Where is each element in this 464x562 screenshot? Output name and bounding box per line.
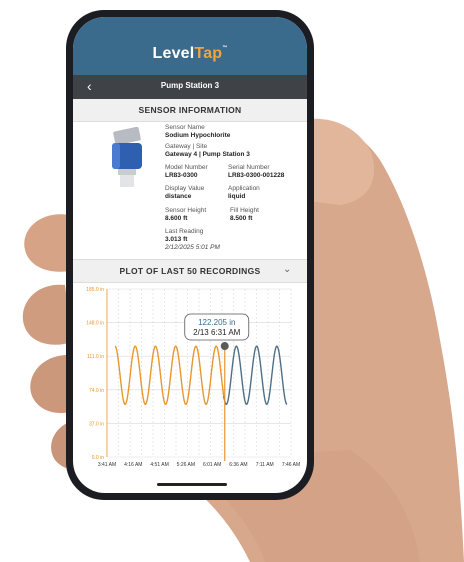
fill-height-label: Fill Height — [230, 207, 259, 214]
sensor-name-label: Sensor Name — [165, 124, 205, 131]
plot-header[interactable]: PLOT OF LAST 50 RECORDINGS ⌄ — [73, 259, 307, 283]
fill-height-value: 8.500 ft — [230, 215, 253, 222]
phone-screen: LevelTap™ ‹ Pump Station 3 SENSOR INFORM… — [73, 17, 307, 493]
sensor-device-image — [112, 127, 142, 187]
last-reading-label: Last Reading — [165, 228, 204, 235]
display-value-label: Display Value — [165, 185, 205, 192]
x-tick-label: 3:41 AM — [98, 462, 116, 468]
y-tick-label: 37.0 in — [89, 421, 104, 427]
x-tick-label: 7:46 AM — [282, 462, 300, 468]
x-tick-label: 4:16 AM — [124, 462, 142, 468]
last-reading-time: 2/12/2025 5:01 PM — [165, 244, 220, 251]
fill-height-block: Fill Height 8.500 ft — [230, 207, 259, 223]
display-value-block: Display Value distance — [165, 185, 204, 201]
x-tick-label: 4:51 AM — [150, 462, 168, 468]
app-header: LevelTap™ — [73, 17, 307, 75]
gateway-label: Gateway | Site — [165, 143, 208, 150]
x-tick-label: 7:11 AM — [256, 462, 274, 468]
application-block: Application liquid — [228, 185, 260, 201]
y-tick-label: 185.0 in — [86, 287, 104, 293]
sensor-name-value: Sodium Hypochlorite — [165, 132, 231, 139]
sensor-info-header: SENSOR INFORMATION — [73, 99, 307, 122]
last-reading-block: Last Reading 3.013 ft 2/12/2025 5:01 PM — [165, 228, 220, 252]
home-indicator — [157, 483, 227, 486]
tooltip-value: 122.205 in — [198, 318, 235, 327]
plot-title: PLOT OF LAST 50 RECORDINGS — [119, 266, 261, 276]
x-tick-label: 6:36 AM — [229, 462, 247, 468]
recordings-chart: 0.0 in 37.0 in 74.0 in 111.0 in 148.0 in 185.… — [86, 287, 300, 468]
sensor-height-label: Sensor Height — [165, 207, 207, 214]
model-block: Model Number LR83-0300 — [165, 164, 208, 180]
cursor-marker — [220, 342, 229, 351]
x-tick-label: 6:01 AM — [203, 462, 221, 468]
series-line-highlighted — [114, 345, 226, 406]
model-value: LR83-0300 — [165, 172, 198, 179]
brand-logo: LevelTap™ — [152, 45, 228, 62]
gateway-value: Gateway 4 | Pump Station 3 — [165, 151, 250, 158]
display-value-value: distance — [165, 193, 192, 200]
y-tick-label: 111.0 in — [87, 354, 104, 360]
chevron-down-icon[interactable]: ⌄ — [283, 264, 291, 275]
serial-label: Serial Number — [228, 164, 270, 171]
last-reading-value: 3.013 ft — [165, 236, 188, 243]
page-title: Pump Station 3 — [160, 81, 220, 90]
gateway-block: Gateway | Site Gateway 4 | Pump Station … — [165, 143, 250, 159]
y-tick-label: 74.0 in — [89, 388, 104, 394]
sensor-name-block: Sensor Name Sodium Hypochlorite — [165, 124, 230, 140]
y-tick-label: 0.0 in — [92, 455, 104, 461]
application-label: Application — [228, 185, 260, 192]
serial-block: Serial Number LR83-0300-001228 — [228, 164, 284, 180]
sensor-height-block: Sensor Height 8.600 ft — [165, 207, 206, 223]
sensor-info-title: SENSOR INFORMATION — [138, 105, 242, 115]
model-label: Model Number — [165, 164, 208, 171]
tooltip-time: 2/13 6:31 AM — [193, 328, 240, 337]
x-tick-label: 5:26 AM — [177, 462, 195, 468]
nav-bar: ‹ Pump Station 3 — [73, 75, 307, 99]
serial-value: LR83-0300-001228 — [228, 172, 285, 179]
y-tick-label: 148.0 in — [86, 321, 104, 327]
sensor-height-value: 8.600 ft — [165, 215, 188, 222]
series-line-rest — [223, 345, 288, 406]
application-value: liquid — [228, 193, 246, 200]
